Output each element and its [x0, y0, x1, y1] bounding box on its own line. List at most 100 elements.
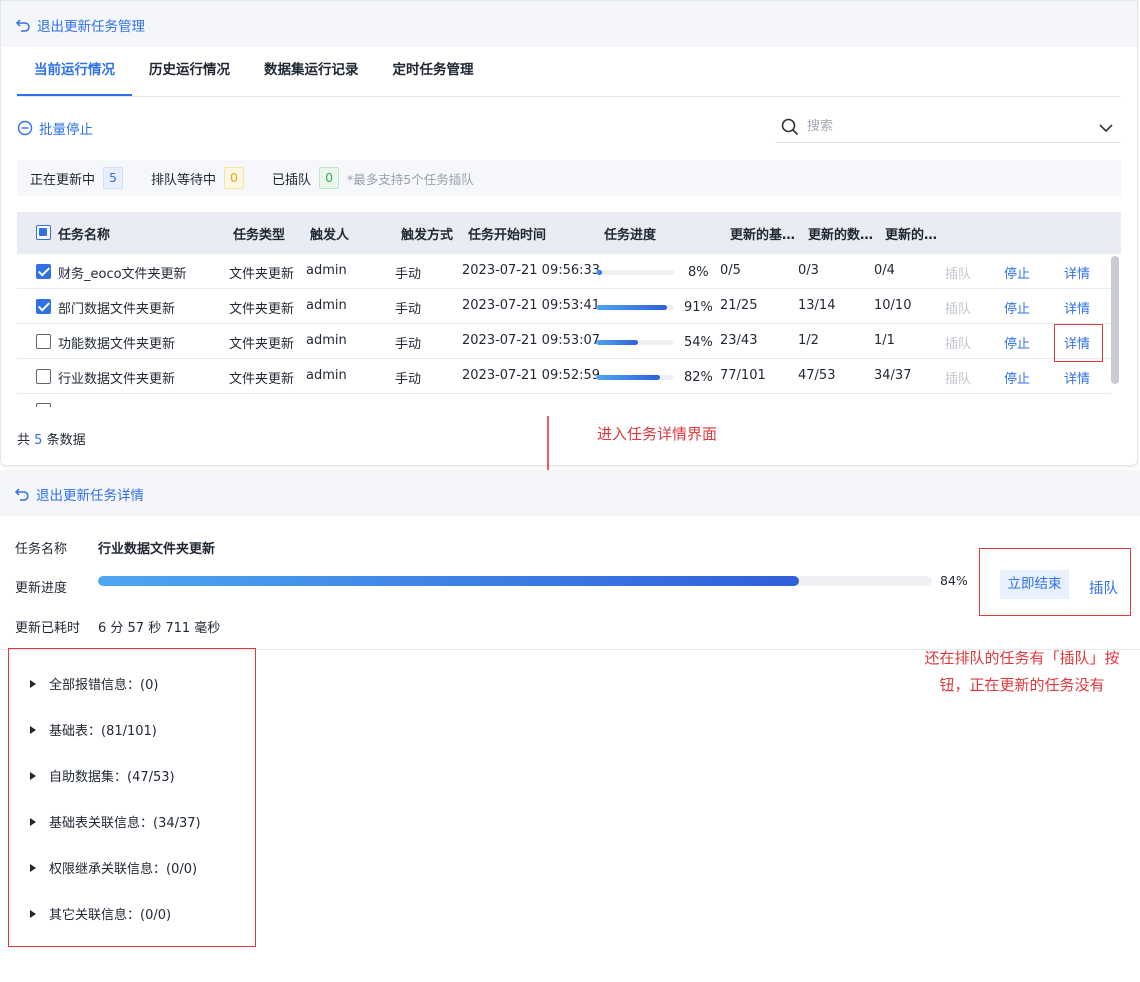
detail-action[interactable]: 详情 — [1064, 298, 1090, 317]
insert-queue-action: 插队 — [945, 302, 972, 317]
start-time: 2023-07-21 09:53:07 — [462, 333, 601, 348]
select-all-checkbox[interactable] — [36, 225, 51, 240]
total-suffix: 条数据 — [46, 433, 86, 448]
updated-data: 47/53 — [798, 368, 836, 383]
task-type: 文件夹更新 — [229, 302, 295, 317]
updated-base: 21/25 — [720, 298, 758, 313]
insert-queue-action: 插队 — [945, 372, 972, 387]
updated-base: 0/5 — [720, 263, 741, 278]
annotation-line-1: 还在排队的任务有「插队」按 — [924, 649, 1120, 667]
stop-action[interactable]: 停止 — [1004, 368, 1030, 387]
updated-other: 1/1 — [874, 333, 895, 348]
search-box[interactable] — [775, 111, 1121, 143]
detail-action[interactable]: 详情 — [1064, 263, 1090, 282]
updated-other: 34/37 — [874, 368, 912, 383]
total-count: 共 5 条数据 — [17, 429, 86, 448]
search-icon — [781, 118, 799, 135]
table-row[interactable]: 部门数据文件夹更新 文件夹更新 admin 手动 2023-07-21 09:5… — [17, 289, 1111, 324]
highlight-action-box — [979, 548, 1131, 616]
insert-queue-action: 插队 — [945, 337, 972, 352]
queued-label: 排队等待中 — [151, 172, 217, 188]
task-name: 部门数据文件夹更新 — [58, 302, 176, 317]
queued-count-badge: 0 — [224, 167, 245, 189]
task-name: 行业数据文件夹更新 — [58, 372, 176, 387]
trigger-mode: 手动 — [395, 267, 422, 282]
table-row[interactable]: 财务_eoco文件夹更新 文件夹更新 admin 手动 2023-07-21 0… — [17, 254, 1111, 289]
progress-bar — [596, 305, 674, 310]
trigger-mode: 手动 — [395, 372, 422, 387]
batch-stop-button[interactable]: 批量停止 — [17, 118, 93, 138]
tab-history-run[interactable]: 历史运行情况 — [132, 51, 247, 96]
col-trigger-mode[interactable]: 触发方式 — [401, 224, 453, 243]
status-summary: 正在更新中 5 排队等待中 0 已插队 0 *最多支持5个任务插队 — [17, 160, 1121, 196]
task-type: 文件夹更新 — [229, 267, 295, 282]
detail-action[interactable]: 详情 — [1064, 368, 1090, 387]
trigger-user: admin — [306, 263, 347, 278]
back-arrow-icon — [15, 19, 30, 32]
search-input[interactable] — [807, 119, 1077, 134]
inserted-count-badge: 0 — [319, 167, 340, 189]
highlight-detail-box — [1054, 324, 1103, 362]
inserted-label: 已插队 — [272, 172, 312, 188]
table-row[interactable]: 行业数据文件夹更新 文件夹更新 admin 手动 2023-07-21 09:5… — [17, 359, 1111, 394]
progress-label: 更新进度 — [15, 581, 68, 596]
progress-bar — [596, 340, 674, 345]
col-trigger-user[interactable]: 触发人 — [310, 224, 349, 243]
row-checkbox[interactable] — [36, 403, 51, 407]
col-start-time[interactable]: 任务开始时间 — [468, 224, 546, 243]
row-checkbox[interactable] — [36, 334, 51, 349]
insert-queue-action: 插队 — [945, 267, 972, 282]
tab-current-run[interactable]: 当前运行情况 — [17, 51, 132, 96]
minus-circle-icon — [17, 120, 33, 136]
update-progress-bar — [98, 576, 932, 586]
back-bar: 退出更新任务管理 — [1, 1, 1137, 47]
task-type: 文件夹更新 — [229, 372, 295, 387]
queue-limit-note: *最多支持5个任务插队 — [347, 171, 474, 187]
total-number: 5 — [34, 433, 43, 448]
table-header: 任务名称 任务类型 触发人 触发方式 任务开始时间 任务进度 更新的基… 更新的… — [17, 212, 1121, 254]
progress-text: 8% — [688, 265, 709, 280]
row-checkbox[interactable] — [36, 369, 51, 384]
exit-task-detail-link[interactable]: 退出更新任务详情 — [14, 484, 144, 504]
tab-dataset-run-log[interactable]: 数据集运行记录 — [247, 51, 376, 96]
stop-action[interactable]: 停止 — [1004, 263, 1030, 282]
updated-data: 1/2 — [798, 333, 819, 348]
progress-text: 54% — [684, 335, 713, 350]
table-row[interactable]: 功能数据文件夹更新 文件夹更新 admin 手动 2023-07-21 09:5… — [17, 324, 1111, 359]
col-progress[interactable]: 任务进度 — [604, 224, 656, 243]
annotation-enter-detail: 进入任务详情界面 — [597, 425, 718, 443]
table-scrollbar[interactable] — [1111, 256, 1119, 384]
col-updated-other[interactable]: 更新的… — [885, 224, 937, 243]
col-updated-base[interactable]: 更新的基… — [730, 224, 795, 243]
row-checkbox[interactable] — [36, 299, 51, 314]
updated-data: 0/3 — [798, 263, 819, 278]
back-label: 退出更新任务详情 — [36, 488, 144, 504]
updated-other: 0/4 — [874, 263, 895, 278]
stop-action[interactable]: 停止 — [1004, 333, 1030, 352]
row-checkbox[interactable] — [36, 264, 51, 279]
stop-action[interactable]: 停止 — [1004, 298, 1030, 317]
col-task-name[interactable]: 任务名称 — [58, 224, 110, 243]
chevron-down-icon[interactable] — [1099, 123, 1113, 133]
start-time: 2023-07-21 09:53:41 — [462, 298, 601, 313]
start-time: 2023-07-21 09:52:59 — [462, 368, 601, 383]
batch-stop-label: 批量停止 — [39, 122, 93, 138]
task-management-panel: 退出更新任务管理 当前运行情况 历史运行情况 数据集运行记录 定时任务管理 批量… — [0, 0, 1138, 466]
elapsed-value: 6 分 57 秒 711 毫秒 — [98, 621, 221, 636]
tab-scheduled-tasks[interactable]: 定时任务管理 — [376, 51, 491, 96]
updated-base: 23/43 — [720, 333, 758, 348]
progress-bar — [596, 375, 674, 380]
task-name: 财务_eoco文件夹更新 — [58, 267, 187, 282]
trigger-user: admin — [306, 333, 347, 348]
trigger-mode: 手动 — [395, 302, 422, 317]
col-updated-data[interactable]: 更新的数… — [808, 224, 873, 243]
exit-task-management-link[interactable]: 退出更新任务管理 — [15, 15, 145, 35]
highlight-groups-box — [8, 648, 256, 947]
progress-percent: 84% — [940, 573, 968, 588]
updated-other: 10/10 — [874, 298, 912, 313]
updated-data: 13/14 — [798, 298, 836, 313]
progress-text: 82% — [684, 370, 713, 385]
col-task-type[interactable]: 任务类型 — [233, 224, 285, 243]
trigger-user: admin — [306, 368, 347, 383]
clipped-row — [17, 395, 1111, 407]
